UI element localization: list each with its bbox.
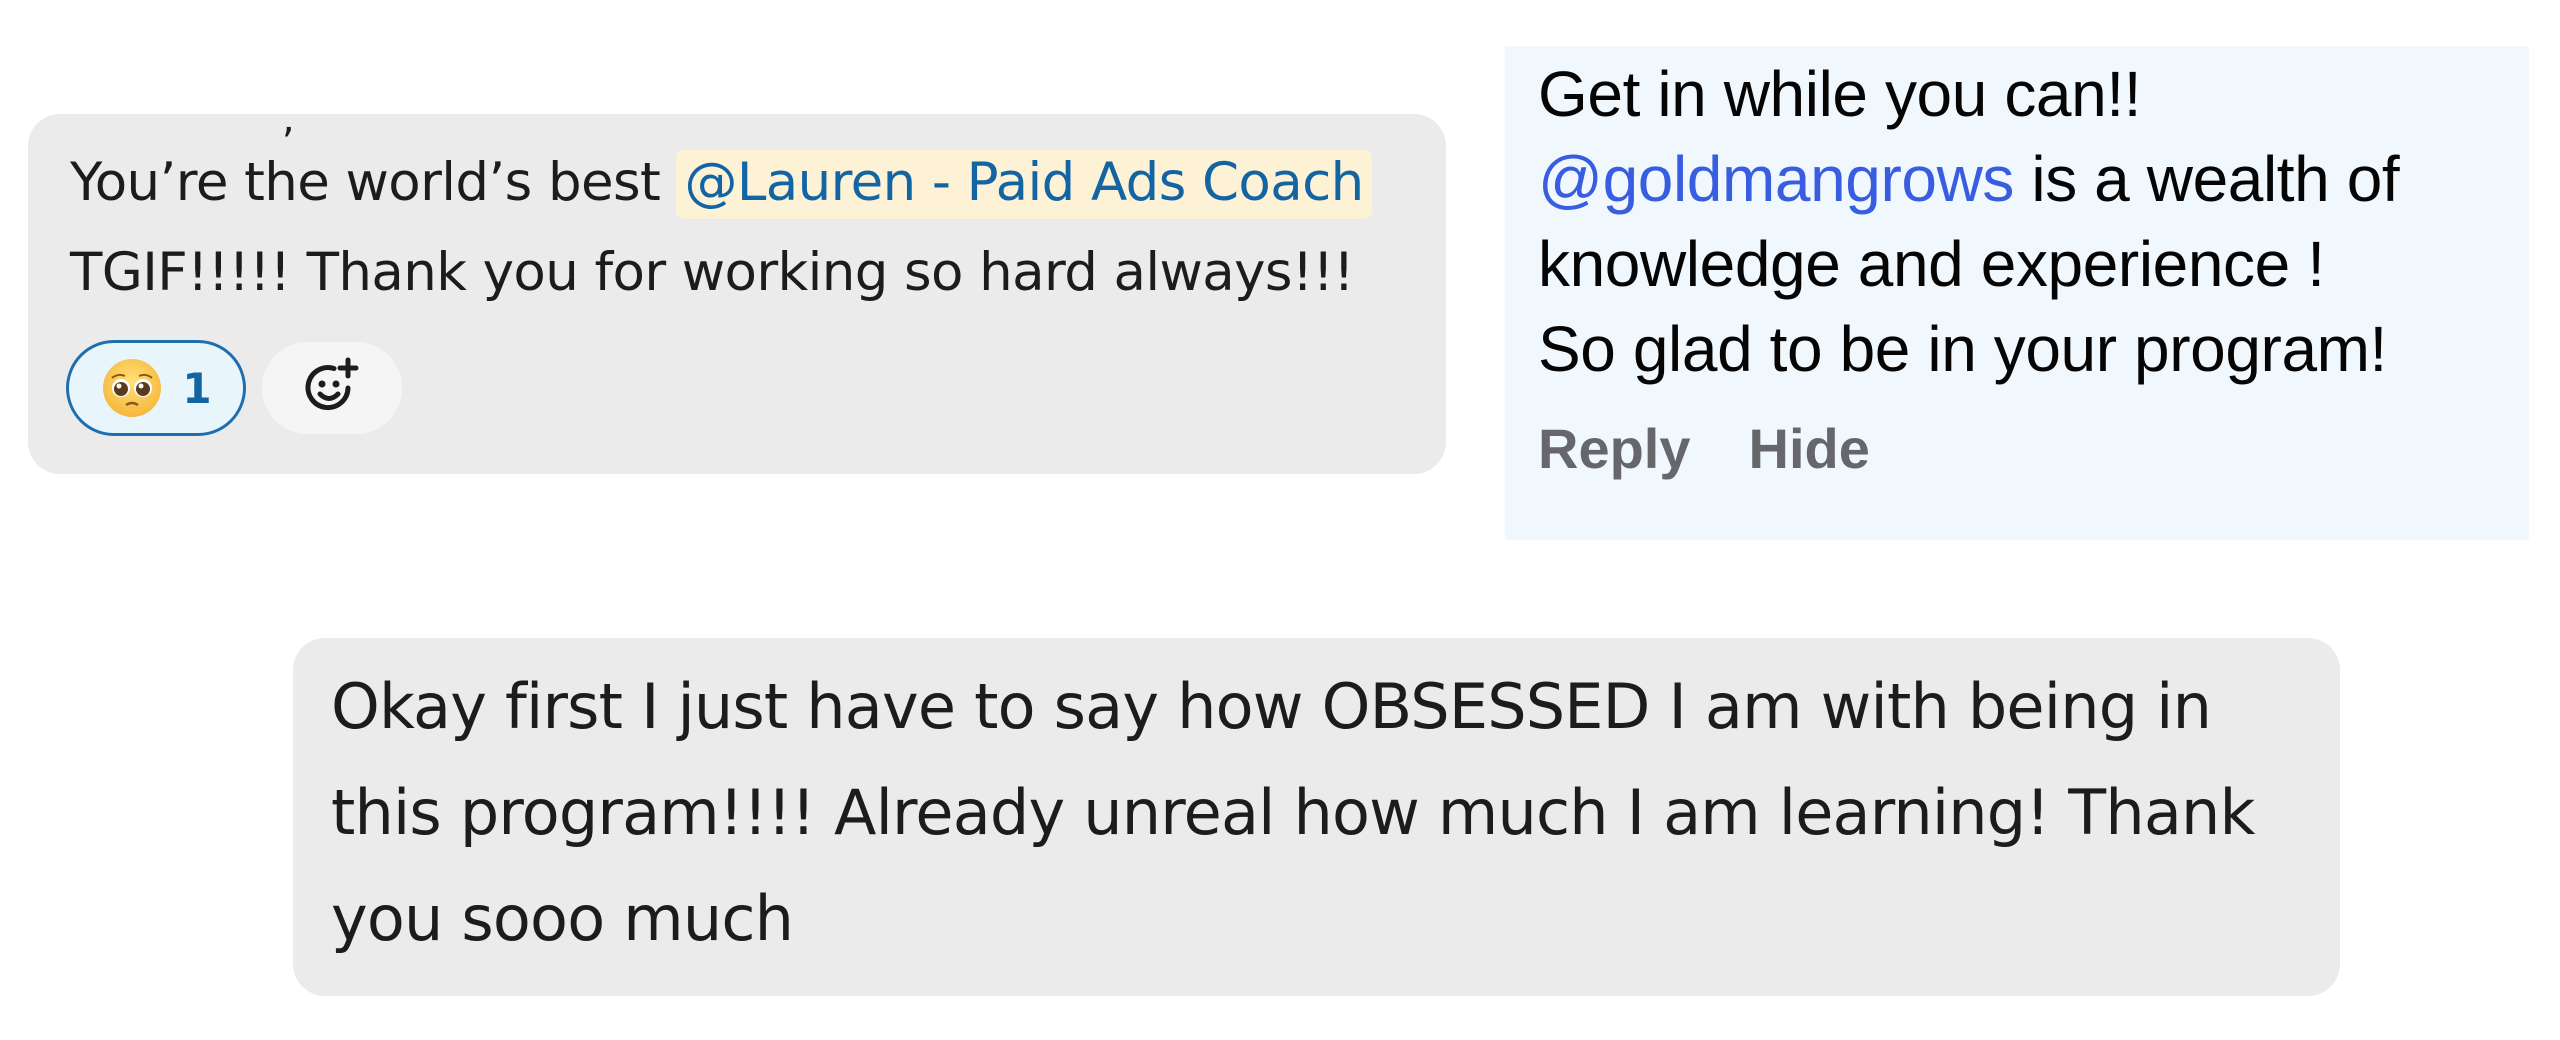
slack-message-card: , You’re the world’s best @Lauren - Paid… <box>28 114 1446 474</box>
clipped-text-fragment: , <box>282 114 295 142</box>
add-reaction-icon <box>305 357 359 411</box>
message-text: You’re the world’s best <box>70 152 677 213</box>
reaction-count: 1 <box>182 363 212 413</box>
reply-link[interactable]: Reply <box>1538 416 1691 481</box>
bubble-line-3: you sooo much <box>331 882 794 955</box>
comment-card: Get in while you can!! @goldmangrows is … <box>1505 46 2529 540</box>
comment-text: Get in while you can!! @goldmangrows is … <box>1538 52 2518 392</box>
comment-line-3: knowledge and experience ! <box>1538 228 2325 300</box>
bubble-line-2: this program!!!! Already unreal how much… <box>331 776 2255 849</box>
comment-actions: Reply Hide <box>1538 416 1870 481</box>
emoji-reaction-button[interactable]: 1 <box>66 340 246 436</box>
pleading-face-emoji-icon <box>103 359 162 417</box>
chat-bubble: Okay first I just have to say how OBSESS… <box>293 638 2340 996</box>
add-reaction-button[interactable] <box>262 342 402 434</box>
user-mention-lauren[interactable]: @Lauren - Paid Ads Coach <box>676 150 1372 219</box>
message-line-1: You’re the world’s best @Lauren - Paid A… <box>70 150 1372 219</box>
user-mention-goldmangrows[interactable]: @goldmangrows <box>1538 143 2014 215</box>
chat-bubble-text: Okay first I just have to say how OBSESS… <box>331 654 2311 972</box>
hide-link[interactable]: Hide <box>1749 416 1870 481</box>
bubble-line-1: Okay first I just have to say how OBSESS… <box>331 670 2212 743</box>
comment-line-4: So glad to be in your program! <box>1538 313 2387 385</box>
message-line-2: TGIF!!!!! Thank you for working so hard … <box>70 242 1354 303</box>
comment-line-2: @goldmangrows is a wealth of <box>1538 137 2518 222</box>
comment-line-1: Get in while you can!! <box>1538 58 2142 130</box>
comment-line-2-text: is a wealth of <box>2014 143 2400 215</box>
